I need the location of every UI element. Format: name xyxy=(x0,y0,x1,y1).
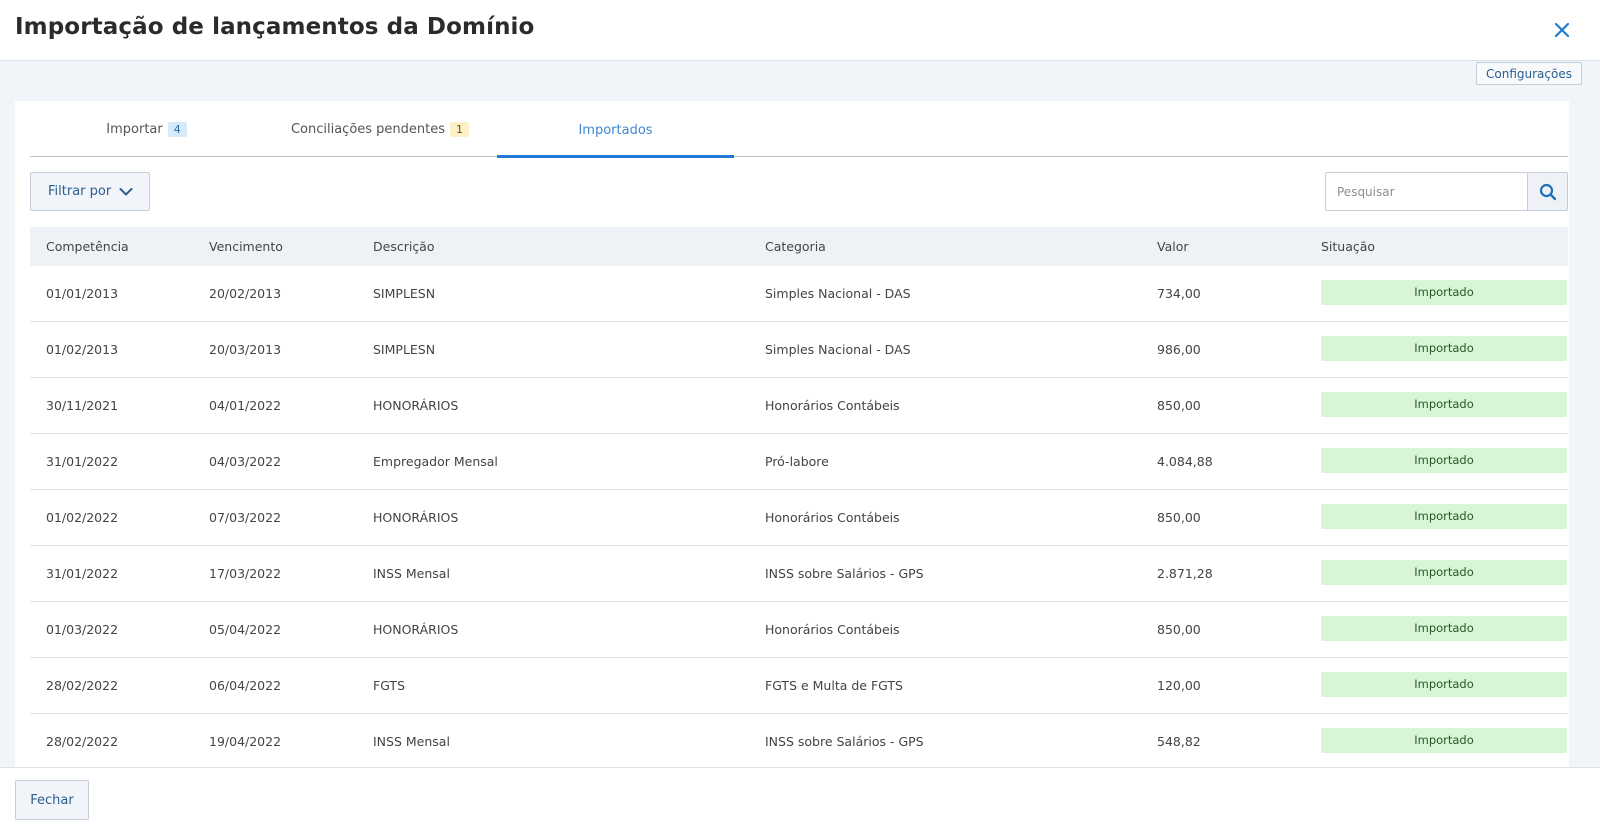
cell-categoria: Simples Nacional - DAS xyxy=(765,286,911,301)
cell-descricao: HONORÁRIOS xyxy=(373,510,459,525)
dialog-title: Importação de lançamentos da Domínio xyxy=(15,14,535,40)
cell-descricao: Empregador Mensal xyxy=(373,454,498,469)
table-row[interactable]: 31/01/2022 17/03/2022 INSS Mensal INSS s… xyxy=(30,546,1568,602)
table-row[interactable]: 01/02/2022 07/03/2022 HONORÁRIOS Honorár… xyxy=(30,490,1568,546)
fechar-button[interactable]: Fechar xyxy=(15,780,89,820)
tab-bar: Importar 4 Conciliações pendentes 1 Impo… xyxy=(30,101,1568,158)
filter-button[interactable]: Filtrar por xyxy=(30,172,150,211)
status-badge: Importado xyxy=(1321,392,1567,417)
tab-label: Importar xyxy=(106,121,163,137)
dialog-header: Importação de lançamentos da Domínio xyxy=(0,0,1600,61)
search-input[interactable] xyxy=(1326,173,1528,210)
cell-valor: 120,00 xyxy=(1157,678,1201,693)
tab-importados[interactable]: Importados xyxy=(497,101,734,158)
cell-descricao: SIMPLESN xyxy=(373,286,436,301)
table-row[interactable]: 28/02/2022 19/04/2022 INSS Mensal INSS s… xyxy=(30,714,1568,770)
status-badge: Importado xyxy=(1321,448,1567,473)
cell-competencia: 31/01/2022 xyxy=(46,454,119,469)
column-header-situacao[interactable]: Situação xyxy=(1321,227,1375,266)
tab-importar[interactable]: Importar 4 xyxy=(30,101,263,157)
cell-competencia: 31/01/2022 xyxy=(46,566,119,581)
cell-descricao: INSS Mensal xyxy=(373,566,450,581)
cell-categoria: Honorários Contábeis xyxy=(765,510,900,525)
table-row[interactable]: 01/02/2013 20/03/2013 SIMPLESN Simples N… xyxy=(30,322,1568,378)
cell-valor: 850,00 xyxy=(1157,510,1201,525)
cell-competencia: 30/11/2021 xyxy=(46,398,119,413)
status-badge: Importado xyxy=(1321,280,1567,305)
status-badge: Importado xyxy=(1321,560,1567,585)
cell-competencia: 28/02/2022 xyxy=(46,734,119,749)
tab-label: Conciliações pendentes xyxy=(290,121,446,137)
cell-categoria: Honorários Contábeis xyxy=(765,398,900,413)
column-header-categoria[interactable]: Categoria xyxy=(765,227,826,266)
cell-competencia: 01/03/2022 xyxy=(46,622,119,637)
dialog-footer: Fechar xyxy=(0,767,1600,824)
cell-categoria: Pró-labore xyxy=(765,454,829,469)
cell-valor: 850,00 xyxy=(1157,622,1201,637)
cell-vencimento: 07/03/2022 xyxy=(209,510,282,525)
column-header-vencimento[interactable]: Vencimento xyxy=(209,227,283,266)
cell-descricao: INSS Mensal xyxy=(373,734,450,749)
status-badge: Importado xyxy=(1321,672,1567,697)
table-row[interactable]: 30/11/2021 04/01/2022 HONORÁRIOS Honorár… xyxy=(30,378,1568,434)
cell-vencimento: 20/03/2013 xyxy=(209,342,282,357)
cell-categoria: Simples Nacional - DAS xyxy=(765,342,911,357)
search-box xyxy=(1325,172,1568,211)
cell-vencimento: 05/04/2022 xyxy=(209,622,282,637)
status-badge: Importado xyxy=(1321,728,1567,753)
count-badge: 4 xyxy=(167,121,187,137)
table-header: Competência Vencimento Descrição Categor… xyxy=(30,227,1568,266)
cell-categoria: FGTS e Multa de FGTS xyxy=(765,678,903,693)
table-row[interactable]: 01/03/2022 05/04/2022 HONORÁRIOS Honorár… xyxy=(30,602,1568,658)
cell-valor: 2.871,28 xyxy=(1157,566,1213,581)
configuracoes-button[interactable]: Configurações xyxy=(1476,62,1582,85)
search-button[interactable] xyxy=(1527,173,1567,210)
cell-descricao: HONORÁRIOS xyxy=(373,398,459,413)
cell-categoria: Honorários Contábeis xyxy=(765,622,900,637)
cell-vencimento: 04/03/2022 xyxy=(209,454,282,469)
search-icon xyxy=(1539,183,1556,200)
count-badge: 1 xyxy=(450,121,470,137)
tab-label: Importados xyxy=(578,123,653,138)
column-header-valor[interactable]: Valor xyxy=(1157,227,1189,266)
cell-competencia: 28/02/2022 xyxy=(46,678,119,693)
cell-valor: 850,00 xyxy=(1157,398,1201,413)
column-header-competencia[interactable]: Competência xyxy=(46,227,129,266)
cell-vencimento: 20/02/2013 xyxy=(209,286,282,301)
cell-descricao: SIMPLESN xyxy=(373,342,436,357)
status-badge: Importado xyxy=(1321,336,1567,361)
imported-entries-table: Competência Vencimento Descrição Categor… xyxy=(30,227,1568,770)
cell-vencimento: 06/04/2022 xyxy=(209,678,282,693)
cell-valor: 4.084,88 xyxy=(1157,454,1213,469)
cell-valor: 986,00 xyxy=(1157,342,1201,357)
chevron-down-icon xyxy=(119,187,133,195)
cell-descricao: FGTS xyxy=(373,678,406,693)
filter-label: Filtrar por xyxy=(48,184,112,199)
column-header-descricao[interactable]: Descrição xyxy=(373,227,435,266)
cell-categoria: INSS sobre Salários - GPS xyxy=(765,566,924,581)
cell-valor: 548,82 xyxy=(1157,734,1201,749)
cell-competencia: 01/02/2022 xyxy=(46,510,119,525)
cell-competencia: 01/01/2013 xyxy=(46,286,119,301)
cell-competencia: 01/02/2013 xyxy=(46,342,119,357)
tab-conciliacoes-pendentes[interactable]: Conciliações pendentes 1 xyxy=(263,101,497,157)
table-row[interactable]: 01/01/2013 20/02/2013 SIMPLESN Simples N… xyxy=(30,266,1568,322)
cell-vencimento: 19/04/2022 xyxy=(209,734,282,749)
status-badge: Importado xyxy=(1321,616,1567,641)
status-badge: Importado xyxy=(1321,504,1567,529)
cell-vencimento: 04/01/2022 xyxy=(209,398,282,413)
close-icon[interactable] xyxy=(1550,18,1574,42)
table-row[interactable]: 28/02/2022 06/04/2022 FGTS FGTS e Multa … xyxy=(30,658,1568,714)
cell-valor: 734,00 xyxy=(1157,286,1201,301)
cell-descricao: HONORÁRIOS xyxy=(373,622,459,637)
table-row[interactable]: 31/01/2022 04/03/2022 Empregador Mensal … xyxy=(30,434,1568,490)
cell-vencimento: 17/03/2022 xyxy=(209,566,282,581)
cell-categoria: INSS sobre Salários - GPS xyxy=(765,734,924,749)
